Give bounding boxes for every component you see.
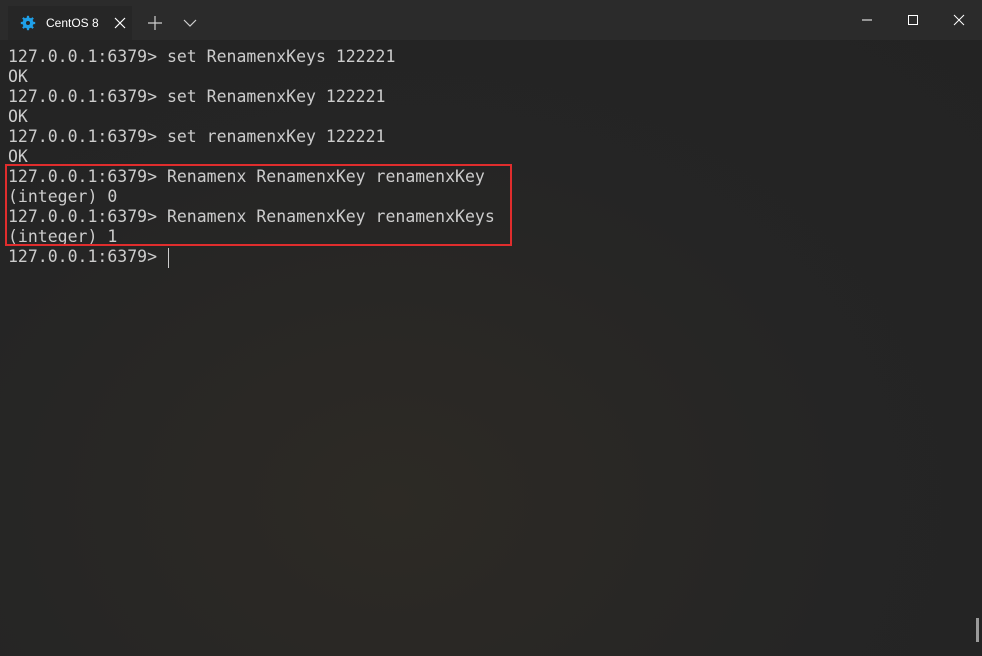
minimize-button[interactable] [844, 0, 890, 40]
close-window-button[interactable] [936, 0, 982, 40]
tab-title: CentOS 8 [46, 16, 99, 30]
highlight-annotation-box [5, 164, 512, 246]
title-bar: CentOS 8 [0, 0, 982, 40]
terminal-line: 127.0.0.1:6379> set renamenxKey 122221 [8, 127, 386, 146]
terminal-line: 127.0.0.1:6379> set RenamenxKey 122221 [8, 87, 386, 106]
centos-gear-icon [20, 15, 36, 31]
terminal-output[interactable]: 127.0.0.1:6379> set RenamenxKeys 122221 … [0, 40, 982, 656]
tab-centos-8[interactable]: CentOS 8 [8, 6, 132, 40]
maximize-icon [908, 15, 918, 25]
scrollbar-thumb[interactable] [976, 618, 979, 642]
chevron-down-icon[interactable] [182, 15, 198, 31]
close-tab-icon[interactable] [112, 15, 128, 31]
minimize-icon [862, 19, 872, 21]
terminal-line: 127.0.0.1:6379> set RenamenxKeys 122221 [8, 47, 396, 66]
terminal-line: OK [8, 107, 28, 126]
maximize-button[interactable] [890, 0, 936, 40]
new-tab-plus-icon[interactable] [147, 15, 163, 31]
terminal-window: CentOS 8 127.0.0.1:6379> set RenamenxKey… [0, 0, 982, 656]
text-cursor [168, 248, 169, 268]
terminal-line: OK [8, 67, 28, 86]
terminal-prompt: 127.0.0.1:6379> [8, 247, 167, 266]
close-icon [953, 14, 965, 26]
